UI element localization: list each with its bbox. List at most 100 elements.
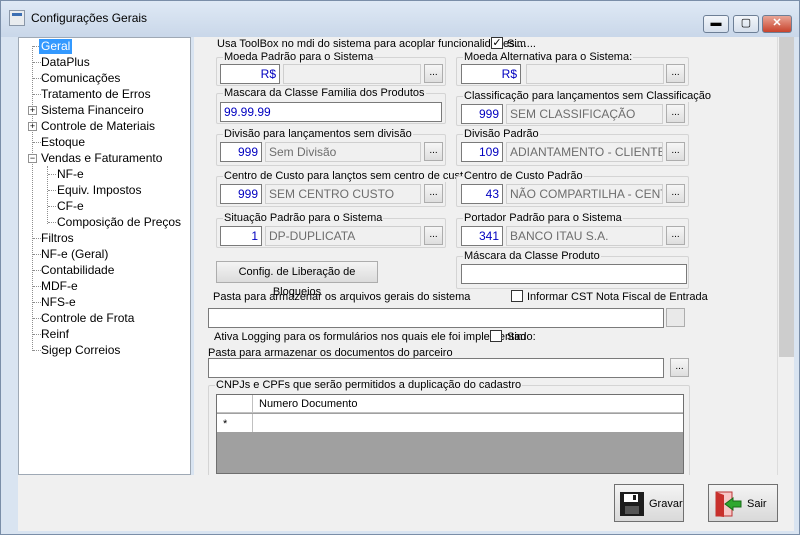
tree-item-sistema-financeiro[interactable]: Sistema Financeiro	[41, 103, 144, 118]
app-icon	[9, 10, 25, 26]
tree-item-nfe-geral[interactable]: NF-e (Geral)	[41, 247, 108, 262]
moeda-padrao-desc	[283, 64, 421, 84]
portador-code[interactable]: 341	[461, 226, 503, 246]
expand-icon[interactable]: +	[28, 106, 37, 115]
portador-lookup-button[interactable]: ...	[666, 226, 685, 245]
moeda-alt-code[interactable]: R$	[461, 64, 521, 84]
moeda-alt-lookup-button[interactable]: ...	[666, 64, 685, 83]
centro-sem-code[interactable]: 999	[220, 184, 262, 204]
pasta-gerais-browse-button[interactable]	[666, 308, 685, 327]
moeda-padrao-code[interactable]: R$	[220, 64, 280, 84]
tree-item-geral[interactable]: Geral	[39, 39, 73, 54]
grid-row-header	[217, 395, 253, 413]
logging-checkbox[interactable]	[490, 330, 502, 342]
divisao-padrao-code[interactable]: 109	[461, 142, 503, 162]
centro-padrao-desc: NÃO COMPARTILHA - CENT	[506, 184, 663, 204]
pasta-parceiro-browse-button[interactable]: ...	[670, 358, 689, 377]
minimize-button[interactable]: ▬	[703, 15, 729, 33]
divisao-sem-desc: Sem Divisão	[265, 142, 421, 162]
pasta-parceiro-input[interactable]	[208, 358, 664, 378]
new-row-marker-icon: *	[223, 418, 228, 430]
tree-item-mdfe[interactable]: MDF-e	[41, 279, 78, 294]
pasta-gerais-input[interactable]	[208, 308, 664, 328]
tree-item-equiv-impostos[interactable]: Equiv. Impostos	[57, 183, 141, 198]
mascara-produto-label: Máscara da Classe Produto	[463, 250, 601, 262]
cnpj-group-label: CNPJs e CPFs que serão permitidos a dupl…	[215, 379, 523, 391]
tree-item-cfe[interactable]: CF-e	[57, 199, 84, 214]
sair-label: Sair	[747, 498, 767, 510]
logging-sim-label: Sim	[507, 331, 526, 343]
mascara-produto-input[interactable]	[461, 264, 687, 284]
centro-sem-label: Centro de Custo para lançtos sem centro …	[223, 170, 471, 182]
tree-item-sigep-correios[interactable]: Sigep Correios	[41, 343, 120, 358]
portador-desc: BANCO ITAU S.A.	[506, 226, 663, 246]
exit-door-icon	[715, 491, 742, 517]
centro-padrao-lookup-button[interactable]: ...	[666, 184, 685, 203]
divisao-padrao-label: Divisão Padrão	[463, 128, 540, 140]
tree-item-nfe[interactable]: NF-e	[57, 167, 84, 182]
centro-sem-desc: SEM CENTRO CUSTO	[265, 184, 421, 204]
pasta-gerais-label: Pasta para armazenar os arquivos gerais …	[213, 291, 471, 303]
informar-cst-label: Informar CST Nota Fiscal de Entrada	[527, 291, 708, 303]
close-button[interactable]: ✕	[762, 15, 792, 33]
classificacao-code[interactable]: 999	[461, 104, 503, 124]
divisao-sem-lookup-button[interactable]: ...	[424, 142, 443, 161]
centro-sem-lookup-button[interactable]: ...	[424, 184, 443, 203]
mascara-familia-input[interactable]: 99.99.99	[220, 102, 442, 122]
centro-padrao-code[interactable]: 43	[461, 184, 503, 204]
tree-item-controle-frota[interactable]: Controle de Frota	[41, 311, 134, 326]
divisao-padrao-lookup-button[interactable]: ...	[666, 142, 685, 161]
grid-new-row[interactable]: *	[217, 414, 683, 432]
situacao-code[interactable]: 1	[220, 226, 262, 246]
moeda-alt-label: Moeda Alternativa para o Sistema:	[463, 51, 634, 63]
classificacao-desc: SEM CLASSIFICAÇÃO	[506, 104, 663, 124]
scrollbar-thumb[interactable]	[779, 37, 794, 357]
maximize-button[interactable]: ▢	[733, 15, 759, 33]
toolbox-checkbox[interactable]: ✓	[491, 37, 503, 49]
grid-new-row-header: *	[217, 414, 253, 432]
portador-label: Portador Padrão para o Sistema	[463, 212, 623, 224]
situacao-label: Situação Padrão para o Sistema	[223, 212, 384, 224]
classificacao-label: Classificação para lançamentos sem Class…	[463, 90, 712, 102]
tree-item-vendas-faturamento[interactable]: Vendas e Faturamento	[41, 151, 162, 166]
cnpj-grid[interactable]: Numero Documento *	[216, 394, 684, 474]
divisao-sem-code[interactable]: 999	[220, 142, 262, 162]
collapse-icon[interactable]: −	[28, 154, 37, 163]
panel-scrollbar[interactable]	[777, 37, 794, 475]
save-icon	[620, 492, 644, 516]
moeda-alt-desc	[526, 64, 664, 84]
toolbox-sim-label: Sim	[507, 38, 526, 50]
grid-column-numero-documento[interactable]: Numero Documento	[259, 398, 357, 410]
tree-item-controle-materiais[interactable]: Controle de Materiais	[41, 119, 155, 134]
gravar-label: Gravar	[649, 498, 683, 510]
moeda-padrao-label: Moeda Padrão para o Sistema	[223, 51, 375, 63]
tree-item-filtros[interactable]: Filtros	[41, 231, 74, 246]
tree-item-reinf[interactable]: Reinf	[41, 327, 69, 342]
classificacao-lookup-button[interactable]: ...	[666, 104, 685, 123]
gravar-button[interactable]: Gravar	[614, 484, 684, 522]
tree-item-dataplus[interactable]: DataPlus	[41, 55, 90, 70]
tree-item-estoque[interactable]: Estoque	[41, 135, 85, 150]
title-bar: Configurações Gerais ▬ ▢ ✕	[1, 1, 799, 37]
sair-button[interactable]: Sair	[708, 484, 778, 522]
informar-cst-checkbox[interactable]	[511, 290, 523, 302]
tree-item-contabilidade[interactable]: Contabilidade	[41, 263, 114, 278]
tree-item-composicao-precos[interactable]: Composição de Preços	[57, 215, 181, 230]
main-window: Configurações Gerais ▬ ▢ ✕ Geral DataPlu…	[0, 0, 800, 535]
grid-header: Numero Documento	[217, 395, 683, 413]
situacao-lookup-button[interactable]: ...	[424, 226, 443, 245]
expand-icon[interactable]: +	[28, 122, 37, 131]
divisao-padrao-desc: ADIANTAMENTO - CLIENTE	[506, 142, 663, 162]
config-bloqueios-button[interactable]: Config. de Liberação de Bloqueios	[216, 261, 378, 298]
divisao-sem-label: Divisão para lançamentos sem divisão	[223, 128, 413, 140]
toolbox-label: Usa ToolBox no mdi do sistema para acopl…	[217, 38, 536, 50]
moeda-padrao-lookup-button[interactable]: ...	[424, 64, 443, 83]
tree-item-nfse[interactable]: NFS-e	[41, 295, 76, 310]
logging-label: Ativa Logging para os formulários nos qu…	[214, 331, 536, 343]
settings-tree: Geral DataPlus Comunicações Tratamento d…	[18, 37, 191, 475]
tree-item-tratamento-erros[interactable]: Tratamento de Erros	[41, 87, 151, 102]
tree-item-comunicacoes[interactable]: Comunicações	[41, 71, 120, 86]
centro-padrao-label: Centro de Custo Padrão	[463, 170, 584, 182]
mascara-familia-label: Mascara da Classe Familia dos Produtos	[223, 87, 426, 99]
situacao-desc: DP-DUPLICATA	[265, 226, 421, 246]
